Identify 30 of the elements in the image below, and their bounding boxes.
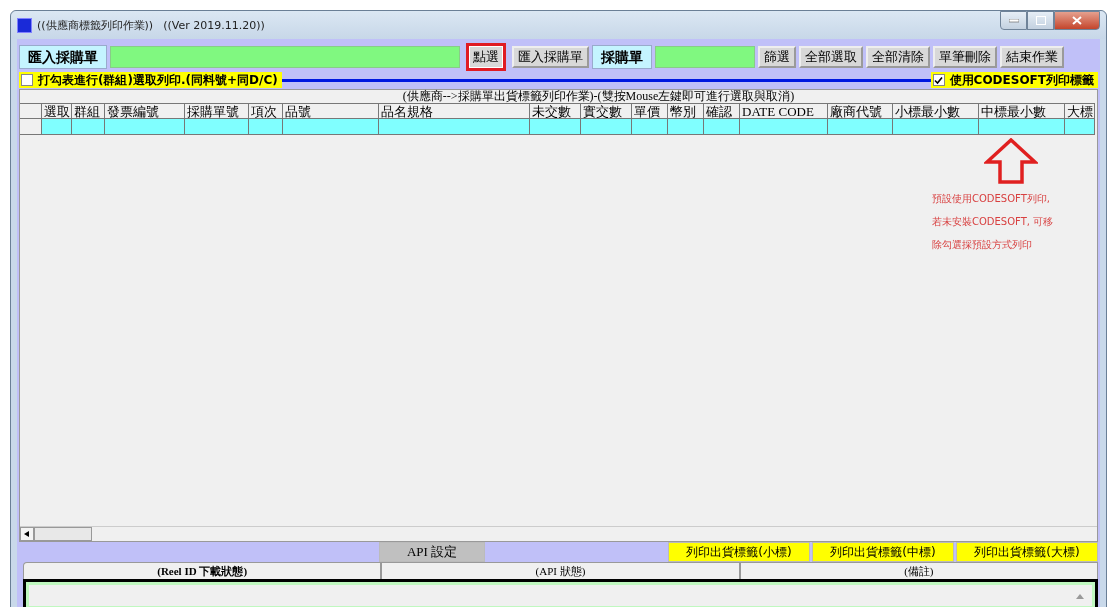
print-button[interactable]: 列印出貨標籤(大標): [956, 542, 1098, 562]
grid-caption: (供應商-->採購單出貨標籤列印作業)-(雙按Mouse左鍵即可進行選取與取消): [401, 90, 796, 103]
toolbar-button[interactable]: 點選: [466, 43, 506, 71]
note-text: 若未安裝CODESOFT, 可移: [932, 215, 1054, 229]
window-title: ((供應商標籤列印作業)): [37, 17, 154, 33]
note-text: 預設使用CODESOFT列印,: [932, 192, 1051, 206]
toolbar-button[interactable]: 結束作業: [1000, 46, 1064, 68]
version-text: ((Ver 2019.11.20)): [163, 18, 265, 32]
field-label: 採購單: [592, 45, 652, 69]
checkbox-option[interactable]: 使用CODESOFT列印標籤: [930, 72, 1098, 88]
toolbar-button[interactable]: 全部清除: [866, 46, 930, 68]
column-header[interactable]: 小標最小數: [893, 103, 979, 119]
print-button[interactable]: 列印出貨標籤(小標): [668, 542, 810, 562]
tab[interactable]: (Reel ID 下載狀態): [23, 562, 382, 579]
toolbar-button[interactable]: 匯入採購單: [512, 46, 589, 68]
column-header[interactable]: 品號: [283, 103, 379, 119]
note-text: 除勾選採預設方式列印: [932, 238, 1033, 252]
toolbar-button[interactable]: 單筆刪除: [933, 46, 997, 68]
settings-button[interactable]: API 設定: [379, 542, 485, 562]
column-header[interactable]: 中標最小數: [979, 103, 1065, 119]
column-header[interactable]: DATE CODE: [740, 103, 828, 119]
checkbox-option[interactable]: 打勾表進行(群組)選取列印.(同料號+同D/C): [19, 72, 282, 88]
tab[interactable]: (備註): [739, 562, 1098, 579]
toolbar-button[interactable]: 篩選: [758, 46, 796, 68]
field-label: 匯入採購單: [19, 45, 107, 69]
column-header[interactable]: 發票編號: [105, 103, 185, 119]
toolbar-button[interactable]: 全部選取: [799, 46, 863, 68]
print-button[interactable]: 列印出貨標籤(中標): [812, 542, 954, 562]
tab[interactable]: (API 狀態): [381, 562, 740, 579]
column-header[interactable]: 品名規格: [379, 103, 530, 119]
